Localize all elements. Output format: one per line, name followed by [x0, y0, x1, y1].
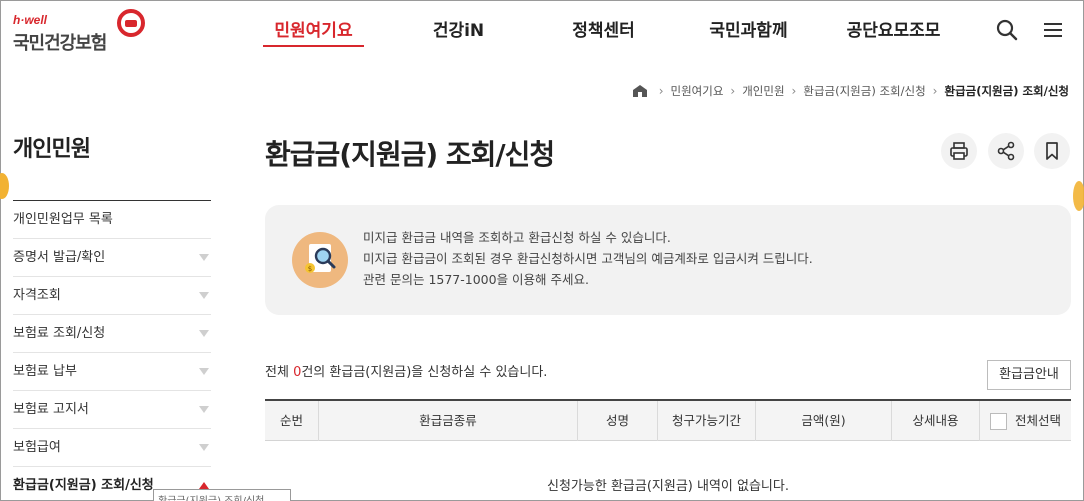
- breadcrumb-separator-icon: ›: [932, 84, 938, 98]
- chevron-up-icon: [199, 482, 209, 489]
- info-line: 관련 문의는 1577-1000을 이용해 주세요.: [363, 272, 590, 287]
- chevron-down-icon: [199, 254, 209, 261]
- nav-item-with-people[interactable]: 국민과함께: [676, 1, 821, 61]
- sidebar-item-benefits[interactable]: 보험급여: [13, 429, 211, 467]
- sidebar-item-label: 보험료 고지서: [13, 402, 89, 417]
- column-header-select-all: 전체선택: [980, 401, 1071, 441]
- column-header-name: 성명: [578, 401, 658, 441]
- sidebar-title: 개인민원: [13, 121, 211, 201]
- sidebar-item-label: 환급금(지원금) 조회/신청: [13, 478, 154, 493]
- select-all-checkbox[interactable]: [989, 412, 1007, 430]
- sidebar-item-label: 보험료 조회/신청: [13, 326, 106, 341]
- column-header-detail: 상세내용: [892, 401, 980, 441]
- bookmark-icon: [1046, 142, 1058, 160]
- chevron-down-icon: [199, 444, 209, 451]
- chevron-down-icon: [199, 330, 209, 337]
- column-header-number: 순번: [265, 401, 319, 441]
- site-logo[interactable]: h·well 국민건강보험: [13, 9, 153, 54]
- home-icon[interactable]: [632, 84, 648, 98]
- sidebar-item-certificate[interactable]: 증명서 발급/확인: [13, 239, 211, 277]
- nav-item-health-in[interactable]: 건강iN: [386, 1, 531, 61]
- sidebar-item-eligibility[interactable]: 자격조회: [13, 277, 211, 315]
- share-icon: [997, 141, 1015, 161]
- chevron-down-icon: [199, 292, 209, 299]
- breadcrumb-item[interactable]: 민원여기요: [671, 83, 724, 99]
- chevron-down-icon: [199, 406, 209, 413]
- breadcrumb-item[interactable]: 환급금(지원금) 조회/신청: [803, 83, 925, 99]
- site-header: h·well 국민건강보험 민원여기요 건강iN 정책센터 국민과함께 공단요모…: [1, 1, 1083, 61]
- page-title: 환급금(지원금) 조회/신청: [265, 138, 555, 171]
- sidebar-item-label: 자격조회: [13, 288, 61, 303]
- info-box: $ 미지급 환급금 내역을 조회하고 환급신청 하실 수 있습니다. 미지급 환…: [265, 205, 1071, 315]
- sidebar-item-label: 개인민원업무 목록: [13, 212, 113, 227]
- bookmark-button[interactable]: [1034, 133, 1070, 169]
- breadcrumb-separator-icon: ›: [658, 84, 664, 98]
- info-line: 미지급 환급금 내역을 조회하고 환급신청 하실 수 있습니다.: [363, 230, 671, 245]
- share-button[interactable]: [988, 133, 1024, 169]
- column-header-amount: 금액(원): [756, 401, 892, 441]
- logo-mark-icon: [117, 9, 145, 37]
- nav-item-policy-center[interactable]: 정책센터: [531, 1, 676, 61]
- breadcrumb-separator-icon: ›: [730, 84, 736, 98]
- sidebar: 개인민원 개인민원업무 목록 증명서 발급/확인 자격조회 보험료 조회/신청 …: [13, 121, 211, 501]
- column-header-period: 청구가능기간: [658, 401, 756, 441]
- column-header-refund-type: 환급금종류: [319, 401, 578, 441]
- sidebar-item-premium-payment[interactable]: 보험료 납부: [13, 353, 211, 391]
- breadcrumb: › 민원여기요 › 개인민원 › 환급금(지원금) 조회/신청 › 환급금(지원…: [632, 81, 1069, 101]
- select-all-label: 전체선택: [1014, 413, 1061, 428]
- printer-icon: [950, 142, 968, 160]
- refund-guide-button[interactable]: 환급금안내: [987, 360, 1071, 390]
- logo-subtitle: h·well: [13, 13, 48, 27]
- breadcrumb-current: 환급금(지원금) 조회/신청: [944, 84, 1069, 98]
- svg-text:$: $: [308, 265, 312, 273]
- nav-item-minwon[interactable]: 민원여기요: [241, 1, 386, 61]
- logo-title: 국민건강보험: [13, 33, 107, 54]
- refund-count-text: 전체 0건의 환급금(지원금)을 신청하실 수 있습니다.: [265, 361, 547, 380]
- sidebar-item-premium-notice[interactable]: 보험료 고지서: [13, 391, 211, 429]
- nav-item-about[interactable]: 공단요모조모: [821, 1, 966, 61]
- breadcrumb-separator-icon: ›: [791, 84, 797, 98]
- sidebar-item-label: 보험급여: [13, 440, 61, 455]
- decorative-shape: [1073, 181, 1084, 211]
- print-button[interactable]: [941, 133, 977, 169]
- table-header: 순번 환급금종류 성명 청구가능기간 금액(원) 상세내용 전체선택: [265, 399, 1071, 441]
- chevron-down-icon: [199, 368, 209, 375]
- sidebar-item-service-list[interactable]: 개인민원업무 목록: [13, 201, 211, 239]
- info-line: 미지급 환급금이 조회된 경우 환급신청하시면 고객님의 예금계좌로 입금시켜 …: [363, 251, 813, 266]
- sidebar-item-premium-inquiry[interactable]: 보험료 조회/신청: [13, 315, 211, 353]
- info-text: 미지급 환급금 내역을 조회하고 환급신청 하실 수 있습니다. 미지급 환급금…: [363, 227, 813, 290]
- count-prefix: 전체: [265, 365, 294, 380]
- empty-message: 신청가능한 환급금(지원금) 내역이 없습니다.: [547, 479, 789, 494]
- search-icon[interactable]: [995, 18, 1019, 42]
- decorative-shape: [0, 173, 9, 199]
- magnifier-document-icon: $: [292, 232, 348, 288]
- sidebar-item-label: 증명서 발급/확인: [13, 250, 106, 265]
- sidebar-item-label: 보험료 납부: [13, 364, 77, 379]
- hamburger-menu-icon[interactable]: [1041, 18, 1065, 42]
- main-nav: 민원여기요 건강iN 정책센터 국민과함께 공단요모조모: [241, 1, 966, 61]
- breadcrumb-item[interactable]: 개인민원: [742, 83, 784, 99]
- count-suffix: 건의 환급금(지원금)을 신청하실 수 있습니다.: [301, 365, 548, 380]
